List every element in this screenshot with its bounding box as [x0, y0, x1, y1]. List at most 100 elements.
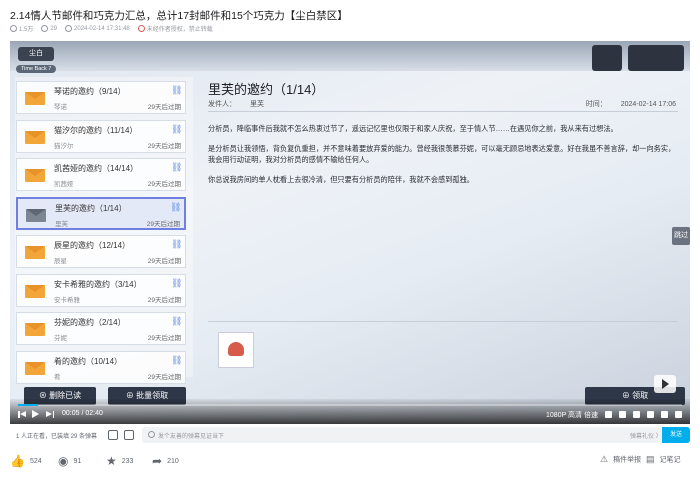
settings-icon[interactable]: [619, 411, 626, 418]
danmaku-placeholder: 发个友善的弹幕见证当下: [158, 434, 225, 440]
play-count-icon: [10, 25, 17, 32]
danmaku-icon: [41, 25, 49, 32]
progress-bar[interactable]: [18, 404, 682, 406]
link-icon: ⛓: [170, 201, 182, 212]
mail-item[interactable]: 辰星的邀约（12/14） 辰星 ⛓ 29天后过期: [16, 235, 186, 268]
danmaku-toggle-icon[interactable]: [108, 430, 118, 440]
mail-item[interactable]: 肴的邀约（10/14） 肴 ⛓ 29天后过期: [16, 350, 186, 384]
danmaku-settings-icon[interactable]: [124, 430, 134, 440]
time-back-label: Time Back 7: [16, 65, 57, 73]
copyright-notice: 未经作者授权，禁止转载: [137, 24, 213, 33]
divider: [208, 321, 678, 322]
favorite-button[interactable]: ★ 233: [106, 454, 133, 468]
watermark-icon: [592, 45, 622, 71]
envelope-icon: [25, 92, 45, 105]
coin-button[interactable]: ◉ 91: [58, 454, 81, 468]
coin-count: 91: [73, 457, 82, 465]
mail-item-title: 凯茜娅的邀约（14/14）: [54, 164, 139, 173]
skip-button[interactable]: 跳过: [672, 227, 690, 245]
danmaku-count-value: 29: [50, 25, 58, 32]
mail-item[interactable]: 琴诺的邀约（9/14） 琴诺 ⛓ 29天后过期: [16, 81, 186, 114]
mail-item-sender: 琴诺: [54, 104, 67, 111]
like-button[interactable]: 👍 524: [10, 454, 42, 468]
mail-detail-sender: 发件人： 里芙: [208, 99, 264, 109]
publish-time-value: 2024-02-14 17:31:48: [74, 25, 130, 32]
share-button[interactable]: ➦ 210: [152, 454, 179, 468]
widescreen-icon[interactable]: [647, 411, 654, 418]
time-display: 00:05 / 02:40: [62, 410, 103, 417]
mail-detail-title: 里芙的邀约（1/14）: [208, 82, 325, 97]
mail-item-title: 辰星的邀约（12/14）: [54, 241, 131, 250]
notes-button[interactable]: ▤ 记笔记: [646, 454, 681, 465]
viewers-text: 1 人正在看，已装填 29 条弹幕: [16, 434, 98, 440]
sender-label: 发件人：: [208, 101, 236, 108]
current-time: 00:05: [62, 410, 80, 417]
envelope-icon: [25, 169, 45, 182]
danmaku-input[interactable]: 发个友善的弹幕见证当下 弹幕礼仪 〉: [142, 427, 662, 443]
previous-icon[interactable]: [18, 411, 26, 418]
mail-item[interactable]: 里芙的邀约（1/14） 里芙 ⛓ 29天后过期: [16, 196, 186, 230]
mail-detail-body: 分析员，降临事件后我就不怎么热衷过节了，遥远记忆里也仅限于和家人庆祝，至于情人节…: [208, 123, 678, 194]
speed-selector[interactable]: 倍速: [584, 410, 598, 420]
forbid-icon: [137, 25, 145, 32]
send-danmaku-button[interactable]: 发送: [662, 427, 690, 443]
watermark-logo: [628, 45, 684, 71]
favorite-count: 233: [121, 457, 134, 465]
note-icon: ▤: [646, 454, 655, 464]
report-button[interactable]: ⚠ 稿件举报: [600, 454, 641, 465]
link-icon: ⛓: [171, 123, 183, 134]
coin-icon: ◉: [58, 454, 69, 468]
danmaku-etiquette-link[interactable]: 弹幕礼仪 〉: [630, 431, 662, 440]
mini-play-icon[interactable]: [654, 375, 676, 393]
report-label: 稿件举报: [613, 456, 642, 464]
volume-icon[interactable]: [605, 411, 612, 418]
mail-item[interactable]: 猫汐尔的邀约（11/14） 猫汐尔 ⛓ 29天后过期: [16, 119, 186, 153]
star-icon: ★: [106, 454, 117, 468]
mail-item[interactable]: 芬妮的邀约（2/14） 芬妮 ⛓ 29天后过期: [16, 312, 186, 345]
mail-item[interactable]: 凯茜娅的邀约（14/14） 凯茜娅 ⛓ 29天后过期: [16, 158, 186, 191]
mail-detail-time: 时间： 2024-02-14 17:06: [586, 99, 676, 109]
link-icon: ⛓: [171, 162, 183, 172]
mail-item-sender: 肴: [54, 373, 61, 381]
progress-fill: [18, 404, 38, 406]
mail-item[interactable]: 安卡希雅的邀约（3/14） 安卡希雅 ⛓ 29天后过期: [16, 273, 186, 307]
play-icon[interactable]: [32, 410, 39, 418]
danmaku-count: 29: [41, 25, 57, 32]
mail-item-title: 安卡希雅的邀约（3/14）: [54, 279, 142, 289]
mail-item-sender: 辰星: [54, 258, 67, 265]
video-player[interactable]: 尘白 Time Back 7 琴诺的邀约（9/14） 琴诺 ⛓ 29天后过期 猫汐尔的邀…: [10, 41, 690, 424]
mail-item-expiry: 29天后过期: [147, 258, 181, 265]
envelope-icon: [25, 284, 45, 298]
thumbs-up-icon: 👍: [10, 454, 25, 468]
mail-paragraph: 是分析员让我领悟，背负复仇重担，并不意味着要放弃爱的能力。曾经我很羡慕芬妮，可以…: [208, 144, 676, 164]
copyright-notice-text: 未经作者授权，禁止转载: [146, 27, 213, 33]
time-value: 2024-02-14 17:06: [620, 101, 676, 108]
danmaku-bar: 1 人正在看，已装填 29 条弹幕 发个友善的弹幕见证当下 弹幕礼仪 〉 发送: [10, 427, 690, 444]
mail-paragraph: 分析员，降临事件后我就不怎么热衷过节了，遥远记忆里也仅限于和家人庆祝，至于情人节…: [208, 124, 618, 133]
quality-selector[interactable]: 1080P 高清: [546, 410, 582, 420]
mail-item-title: 猫汐尔的邀约（11/14）: [54, 125, 138, 135]
game-top-band: [10, 41, 690, 71]
clock-icon: [65, 25, 73, 32]
sender-value: 里芙: [250, 101, 264, 108]
share-count: 210: [167, 457, 179, 465]
web-fullscreen-icon[interactable]: [661, 411, 668, 418]
video-title: 2.14情人节邮件和巧克力汇总，总计17封邮件和15个巧克力【尘白禁区】: [10, 10, 348, 22]
chocolate-attachment-icon[interactable]: [218, 332, 254, 368]
danmaku-style-icon[interactable]: [148, 431, 155, 438]
envelope-icon: [25, 130, 45, 144]
mail-item-expiry: 29天后过期: [147, 142, 181, 150]
mail-detail: 里芙的邀约（1/14） 发件人： 里芙 时间： 2024-02-14 17:06 分…: [198, 69, 688, 369]
mail-item-sender: 安卡希雅: [54, 296, 80, 304]
share-icon: ➦: [152, 454, 163, 468]
mail-item-expiry: 29天后过期: [147, 335, 181, 342]
mail-item-title: 芬妮的邀约（2/14）: [54, 318, 126, 327]
pip-icon[interactable]: [633, 411, 640, 418]
video-meta: 1.5万 29 2024-02-14 17:31:48 未经作者授权，禁止转载: [10, 24, 213, 33]
duration: 02:40: [85, 410, 103, 417]
fullscreen-icon[interactable]: [675, 411, 682, 418]
mail-item-expiry: 29天后过期: [147, 296, 181, 304]
mail-item-expiry: 29天后过期: [146, 220, 180, 228]
next-icon[interactable]: [46, 411, 54, 418]
link-icon: ⛓: [171, 85, 183, 95]
